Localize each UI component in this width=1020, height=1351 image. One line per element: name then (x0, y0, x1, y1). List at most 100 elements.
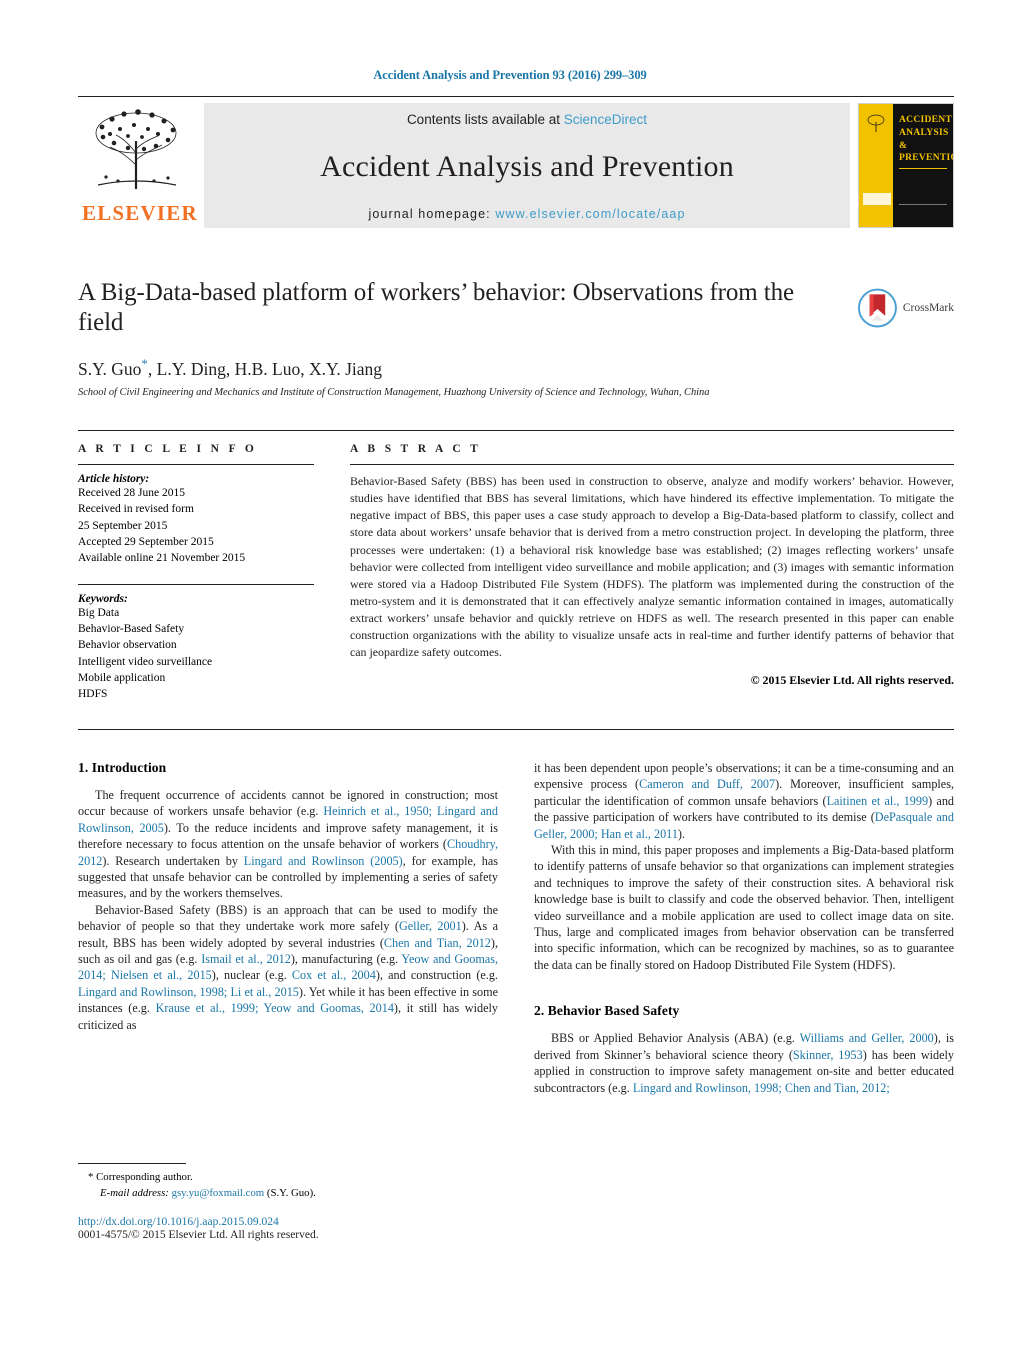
history-item: Available online 21 November 2015 (78, 552, 246, 565)
paragraph: With this in mind, this paper proposes a… (534, 843, 954, 972)
abstract-rule (350, 464, 954, 465)
affiliation: School of Civil Engineering and Mechanic… (78, 386, 710, 398)
par-text: ), and construction (e.g. (375, 968, 498, 983)
section-heading-introduction: 1. Introduction (78, 760, 167, 775)
email-note: E-mail address: gsy.yu@foxmail.com (S.Y.… (78, 1186, 498, 1202)
homepage-prefix: journal homepage: (368, 207, 496, 221)
citation-link[interactable]: Laitinen et al., 1999 (827, 794, 929, 808)
citation-link[interactable]: Lingard and Rowlinson, 1998; Li et al., … (78, 985, 299, 999)
citation-link[interactable]: Cox et al., 2004 (292, 968, 376, 982)
crossmark-label: CrossMark (902, 302, 954, 314)
masthead-top-rule (78, 96, 954, 97)
elsevier-logo: ELSEVIER (78, 103, 198, 228)
body-top-rule (78, 729, 954, 730)
paragraph: BBS or Applied Behavior Analysis (ABA) (… (534, 1030, 954, 1096)
journal-masthead: ELSEVIER Contents lists available at Sci… (78, 96, 954, 228)
citation-link[interactable]: Chen and Tian, 2012 (384, 936, 491, 950)
page-title: A Big-Data-based platform of workers’ be… (78, 279, 795, 336)
doi-link[interactable]: http://dx.doi.org/10.1016/j.aap.2015.09.… (78, 1216, 508, 1228)
cover-line-3: & (899, 140, 908, 151)
info-abstract-region: A R T I C L E I N F O Article history: R… (78, 430, 954, 703)
body-column-gap (498, 760, 534, 1096)
journal-homepage-line: journal homepage: www.elsevier.com/locat… (204, 207, 850, 221)
keyword-item: Behavior-Based Safety (78, 622, 185, 635)
journal-homepage-link[interactable]: www.elsevier.com/locate/aap (495, 207, 685, 221)
contents-prefix: Contents lists available at (406, 112, 564, 127)
abstract-text: Behavior-Based Safety (BBS) has been use… (350, 474, 954, 660)
par-text: ). Research undertaken by (102, 853, 244, 868)
citation-link[interactable]: Ismail et al., 2012 (201, 952, 291, 966)
par-text: ), manufacturing (e.g. (290, 952, 402, 967)
article-history-heading: Article history: (78, 473, 150, 485)
abstract-heading: A B S T R A C T (350, 443, 482, 455)
cover-bottom-line (899, 204, 947, 205)
keywords-heading: Keywords: (78, 592, 128, 605)
corresponding-author-note: * Corresponding author. (88, 1171, 193, 1183)
author-first: S.Y. Guo (78, 358, 142, 379)
keyword-item: Mobile application (78, 671, 166, 684)
elsevier-tree-icon (95, 109, 177, 189)
section-heading-bbs: 2. Behavior Based Safety (534, 1003, 680, 1019)
citation-link[interactable]: Skinner, 1953 (793, 1048, 863, 1062)
paragraph: The frequent occurrence of accidents can… (78, 787, 498, 902)
citation-link[interactable]: Geller, 2001 (399, 919, 462, 933)
issn-copyright-line: 0001-4575/© 2015 Elsevier Ltd. All right… (78, 1229, 319, 1241)
cover-elsevier-icon (866, 112, 886, 134)
par-text: BBS or Applied Behavior Analysis (ABA) (… (551, 1031, 800, 1046)
citation-link[interactable]: Cameron and Duff, 2007 (639, 777, 775, 791)
citation-link[interactable]: Krause et al., 1999; Yeow and Goomas, 20… (156, 1001, 394, 1015)
body-column-right: it has been dependent upon people’s obse… (534, 760, 954, 1096)
cover-line-2: ANALYSIS (899, 127, 949, 138)
cover-sciencedirect-badge (863, 193, 891, 205)
cover-line-1: ACCIDENT (899, 115, 953, 125)
doi-block: http://dx.doi.org/10.1016/j.aap.2015.09.… (78, 1216, 508, 1241)
elsevier-wordmark: ELSEVIER (82, 201, 198, 225)
keywords-block: Keywords: Big Data Behavior-Based Safety… (78, 583, 314, 703)
journal-cover-thumbnail: ACCIDENT ANALYSIS & PREVENTION (858, 103, 954, 228)
email-link[interactable]: gsy.yu@foxmail.com (172, 1187, 265, 1199)
paper-page: Accident Analysis and Prevention 93 (201… (0, 0, 1020, 1351)
authors-rest: , L.Y. Ding, H.B. Luo, X.Y. Jiang (147, 358, 383, 379)
citation-link[interactable]: Lingard and Rowlinson, 1998; Chen and Ti… (633, 1081, 890, 1095)
crossmark-icon (858, 288, 897, 328)
footnote-rule (78, 1163, 186, 1164)
journal-title: Accident Analysis and Prevention (320, 150, 734, 183)
article-info-heading: A R T I C L E I N F O (78, 443, 258, 455)
crossmark-badge[interactable]: CrossMark (858, 286, 954, 330)
body-columns: 1. Introduction The frequent occurrence … (78, 760, 954, 1096)
keyword-item: HDFS (78, 688, 108, 701)
email-label: E-mail address: (100, 1186, 172, 1199)
body-column-left: 1. Introduction The frequent occurrence … (78, 760, 498, 1096)
citation-link[interactable]: Williams and Geller, 2000 (800, 1031, 934, 1045)
par-text: ), nuclear (e.g. (211, 968, 292, 983)
keyword-item: Intelligent video surveillance (78, 655, 213, 668)
column-gap (314, 443, 350, 703)
running-head: Accident Analysis and Prevention 93 (201… (373, 68, 647, 82)
citation-link[interactable]: Lingard and Rowlinson (2005) (244, 854, 403, 868)
cover-line-4: PREVENTION (899, 153, 953, 164)
email-suffix: (S.Y. Guo). (264, 1186, 316, 1199)
author-list: S.Y. Guo*, L.Y. Ding, H.B. Luo, X.Y. Jia… (78, 356, 954, 380)
par-text: ). (677, 826, 686, 841)
article-info-rule (78, 464, 314, 465)
masthead-center: Contents lists available at ScienceDirec… (204, 103, 850, 228)
keyword-item: Big Data (78, 606, 120, 619)
keywords-rule (78, 583, 314, 585)
sciencedirect-link[interactable]: ScienceDirect (564, 112, 647, 127)
cover-title: ACCIDENT ANALYSIS & PREVENTION (899, 114, 953, 165)
info-region-top-rule (78, 430, 954, 431)
footnote-block: * Corresponding author. E-mail address: … (78, 1163, 498, 1201)
abstract-column: A B S T R A C T Behavior-Based Safety (B… (350, 443, 954, 703)
paragraph: Behavior-Based Safety (BBS) is an approa… (78, 902, 498, 1033)
contents-available-line: Contents lists available at ScienceDirec… (204, 112, 850, 127)
history-item: Received in revised form (78, 503, 194, 516)
history-item: 25 September 2015 (78, 519, 168, 532)
history-item: Received 28 June 2015 (78, 487, 185, 499)
keyword-item: Behavior observation (78, 639, 177, 652)
article-info-column: A R T I C L E I N F O Article history: R… (78, 443, 314, 703)
history-item: Accepted 29 September 2015 (78, 535, 214, 548)
abstract-copyright: © 2015 Elsevier Ltd. All rights reserved… (750, 672, 954, 687)
title-block: A Big-Data-based platform of workers’ be… (78, 278, 954, 398)
paragraph: it has been dependent upon people’s obse… (534, 760, 954, 842)
cover-underline (899, 168, 947, 169)
